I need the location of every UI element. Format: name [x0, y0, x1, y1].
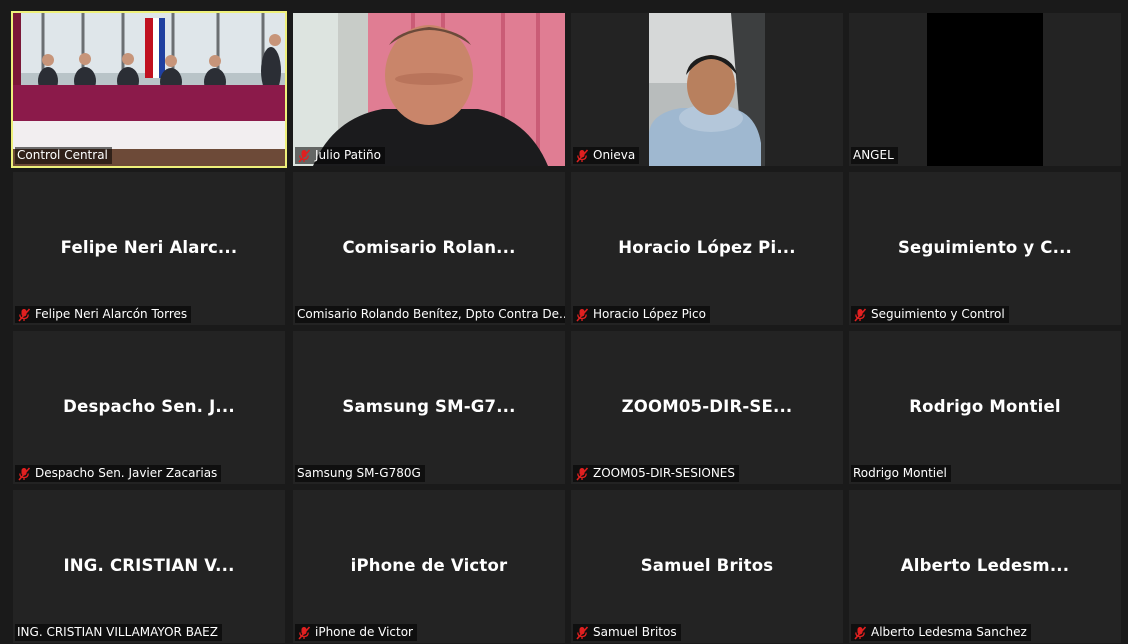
participant-tile-ing-cristian-villamayor-baez[interactable]: ING. CRISTIAN V... ING. CRISTIAN VILLAMAY… [13, 490, 285, 643]
participant-tile-julio-patino[interactable]: Julio Patiño [293, 13, 565, 166]
participant-display-name: Despacho Sen. J... [63, 397, 235, 416]
participant-display-name: ING. CRISTIAN V... [63, 556, 235, 575]
participant-tile-iphone-de-victor[interactable]: iPhone de Victor iPhone de Victor [293, 490, 565, 643]
participant-tile-comisario-rolando-benitez-dpto-contra-de[interactable]: Comisario Rolan... Comisario Rolando Bení… [293, 172, 565, 325]
muted-microphone-icon [576, 625, 589, 640]
participant-grid: Control Central Julio Patiño Onieva ANGEL Fe… [0, 0, 1128, 644]
participant-name-label: Control Central [15, 147, 112, 164]
muted-microphone-icon [854, 625, 867, 640]
video-feed-man [571, 13, 843, 166]
participant-name: iPhone de Victor [315, 625, 413, 639]
participant-name-label: Onieva [573, 147, 640, 164]
participant-display-name: Alberto Ledesm... [900, 556, 1070, 575]
participant-name-label: Horacio López Pico [573, 306, 710, 323]
participant-name-label: Comisario Rolando Benítez, Dpto Contra D… [295, 306, 565, 323]
participant-tile-onieva[interactable]: Onieva [571, 13, 843, 166]
participant-tile-angel[interactable]: ANGEL [849, 13, 1121, 166]
muted-microphone-icon [298, 148, 311, 163]
participant-display-name: Felipe Neri Alarc... [60, 238, 238, 257]
participant-tile-rodrigo-montiel[interactable]: Rodrigo Montiel Rodrigo Montiel [849, 331, 1121, 484]
participant-display-name: Samsung SM-G7... [342, 397, 516, 416]
participant-name-label: Alberto Ledesma Sanchez [851, 624, 1031, 641]
participant-tile-samsung-sm-g780g[interactable]: Samsung SM-G7... Samsung SM-G780G [293, 331, 565, 484]
muted-microphone-icon [18, 466, 31, 481]
participant-display-name: Samuel Britos [640, 556, 774, 575]
participant-name-label: Rodrigo Montiel [851, 465, 951, 482]
participant-name: Comisario Rolando Benítez, Dpto Contra D… [297, 307, 565, 321]
muted-microphone-icon [854, 307, 867, 322]
participant-tile-samuel-britos[interactable]: Samuel Britos Samuel Britos [571, 490, 843, 643]
participant-name-label: Samuel Britos [573, 624, 681, 641]
participant-name: Despacho Sen. Javier Zacarias [35, 466, 218, 480]
participant-tile-control-central[interactable]: Control Central [11, 11, 287, 168]
participant-display-name: Comisario Rolan... [342, 238, 516, 257]
participant-display-name: Rodrigo Montiel [909, 397, 1061, 416]
participant-name-label: Samsung SM-G780G [295, 465, 425, 482]
muted-microphone-icon [18, 307, 31, 322]
participant-name-label: ZOOM05-DIR-SESIONES [573, 465, 740, 482]
video-feed-man [293, 13, 565, 166]
participant-display-name: ZOOM05-DIR-SE... [621, 397, 793, 416]
participant-display-name: Horacio López Pi... [618, 238, 796, 257]
participant-name: Control Central [17, 148, 108, 162]
participant-name: ANGEL [853, 148, 894, 162]
participant-name: ING. CRISTIAN VILLAMAYOR BAEZ [17, 625, 218, 639]
muted-microphone-icon [576, 307, 589, 322]
participant-tile-zoom05-dir-sesiones[interactable]: ZOOM05-DIR-SE... ZOOM05-DIR-SESIONES [571, 331, 843, 484]
participant-display-name: Seguimiento y C... [897, 238, 1073, 257]
participant-name: Julio Patiño [315, 148, 382, 162]
participant-name-label: Felipe Neri Alarcón Torres [15, 306, 192, 323]
participant-name-label: ANGEL [851, 147, 898, 164]
participant-tile-seguimiento-y-control[interactable]: Seguimiento y C... Seguimiento y Control [849, 172, 1121, 325]
participant-name: Seguimiento y Control [871, 307, 1005, 321]
participant-name-label: Seguimiento y Control [851, 306, 1009, 323]
participant-name: Samsung SM-G780G [297, 466, 421, 480]
participant-tile-despacho-sen-javier-zacarias[interactable]: Despacho Sen. J... Despacho Sen. Javier Z… [13, 331, 285, 484]
participant-name-label: ING. CRISTIAN VILLAMAYOR BAEZ [15, 624, 222, 641]
muted-microphone-icon [298, 625, 311, 640]
participant-name: Samuel Britos [593, 625, 677, 639]
participant-name-label: iPhone de Victor [295, 624, 417, 641]
video-feed-black [849, 13, 1121, 166]
muted-microphone-icon [576, 466, 589, 481]
participant-tile-felipe-neri-alarcon-torres[interactable]: Felipe Neri Alarc... Felipe Neri Alarcón … [13, 172, 285, 325]
participant-name: Felipe Neri Alarcón Torres [35, 307, 188, 321]
participant-name: Rodrigo Montiel [853, 466, 947, 480]
participant-name-label: Julio Patiño [295, 147, 386, 164]
participant-name: Horacio López Pico [593, 307, 706, 321]
participant-name: ZOOM05-DIR-SESIONES [593, 466, 736, 480]
participant-tile-horacio-lopez-pico[interactable]: Horacio López Pi... Horacio López Pico [571, 172, 843, 325]
participant-name: Onieva [593, 148, 636, 162]
muted-microphone-icon [576, 148, 589, 163]
participant-display-name: iPhone de Victor [350, 556, 508, 575]
participant-name-label: Despacho Sen. Javier Zacarias [15, 465, 222, 482]
participant-tile-alberto-ledesma-sanchez[interactable]: Alberto Ledesm... Alberto Ledesma Sanchez [849, 490, 1121, 643]
video-feed-conference-room [13, 13, 285, 166]
participant-name: Alberto Ledesma Sanchez [871, 625, 1027, 639]
